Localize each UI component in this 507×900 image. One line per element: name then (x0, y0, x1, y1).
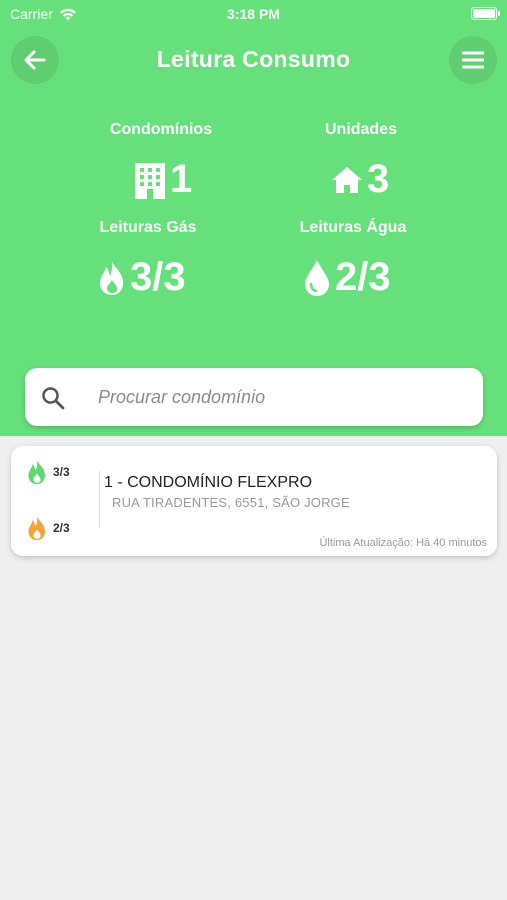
divider (99, 471, 100, 527)
water-drop-icon (305, 259, 329, 296)
search-bar[interactable]: Procurar condomínio (25, 368, 483, 426)
building-icon (135, 162, 165, 199)
fire-icon (28, 515, 45, 541)
fire-icon (28, 459, 45, 485)
stat-label-leituras-agua: Leituras Água (299, 219, 407, 236)
gas-reading-badge: 3/3 (27, 459, 70, 485)
stat-value-leituras-agua: 2/3 (335, 255, 391, 299)
fire-icon (100, 260, 124, 295)
hamburger-menu-icon (462, 51, 484, 69)
stat-leituras-agua: 2/3 (303, 255, 391, 300)
battery-icon (471, 7, 500, 20)
list-item[interactable]: 3/3 2/3 1 - CONDOMÍNIO FLEXPRO RUA TIRAD… (11, 446, 497, 556)
search-icon (42, 387, 65, 410)
status-bar: Carrier 3:18 PM (0, 0, 507, 28)
stat-unidades: 3 (331, 157, 389, 202)
menu-button[interactable] (449, 36, 497, 84)
stat-condominios: 1 (134, 157, 192, 202)
page-title: Leitura Consumo (156, 46, 351, 72)
stat-value-condominios: 1 (170, 157, 193, 201)
stat-value-unidades: 3 (367, 157, 390, 201)
condominium-address: RUA TIRADENTES, 6551, SÃO JORGE (112, 495, 350, 510)
stat-label-condominios: Condomínios (109, 121, 213, 138)
stat-label-leituras-gas: Leituras Gás (99, 219, 197, 236)
stat-value-leituras-gas: 3/3 (130, 255, 186, 299)
home-icon (332, 166, 362, 193)
stat-leituras-gas: 3/3 (98, 255, 186, 300)
water-reading-badge: 2/3 (27, 515, 70, 541)
last-update: Última Atualização: Há 40 minutos (319, 537, 487, 549)
stat-label-unidades: Unidades (324, 121, 397, 138)
condominium-name: 1 - CONDOMÍNIO FLEXPRO (104, 474, 313, 491)
gas-reading-value: 3/3 (53, 465, 70, 479)
water-reading-value: 2/3 (53, 521, 70, 535)
search-input[interactable]: Procurar condomínio (98, 387, 265, 408)
status-time: 3:18 PM (227, 6, 280, 22)
